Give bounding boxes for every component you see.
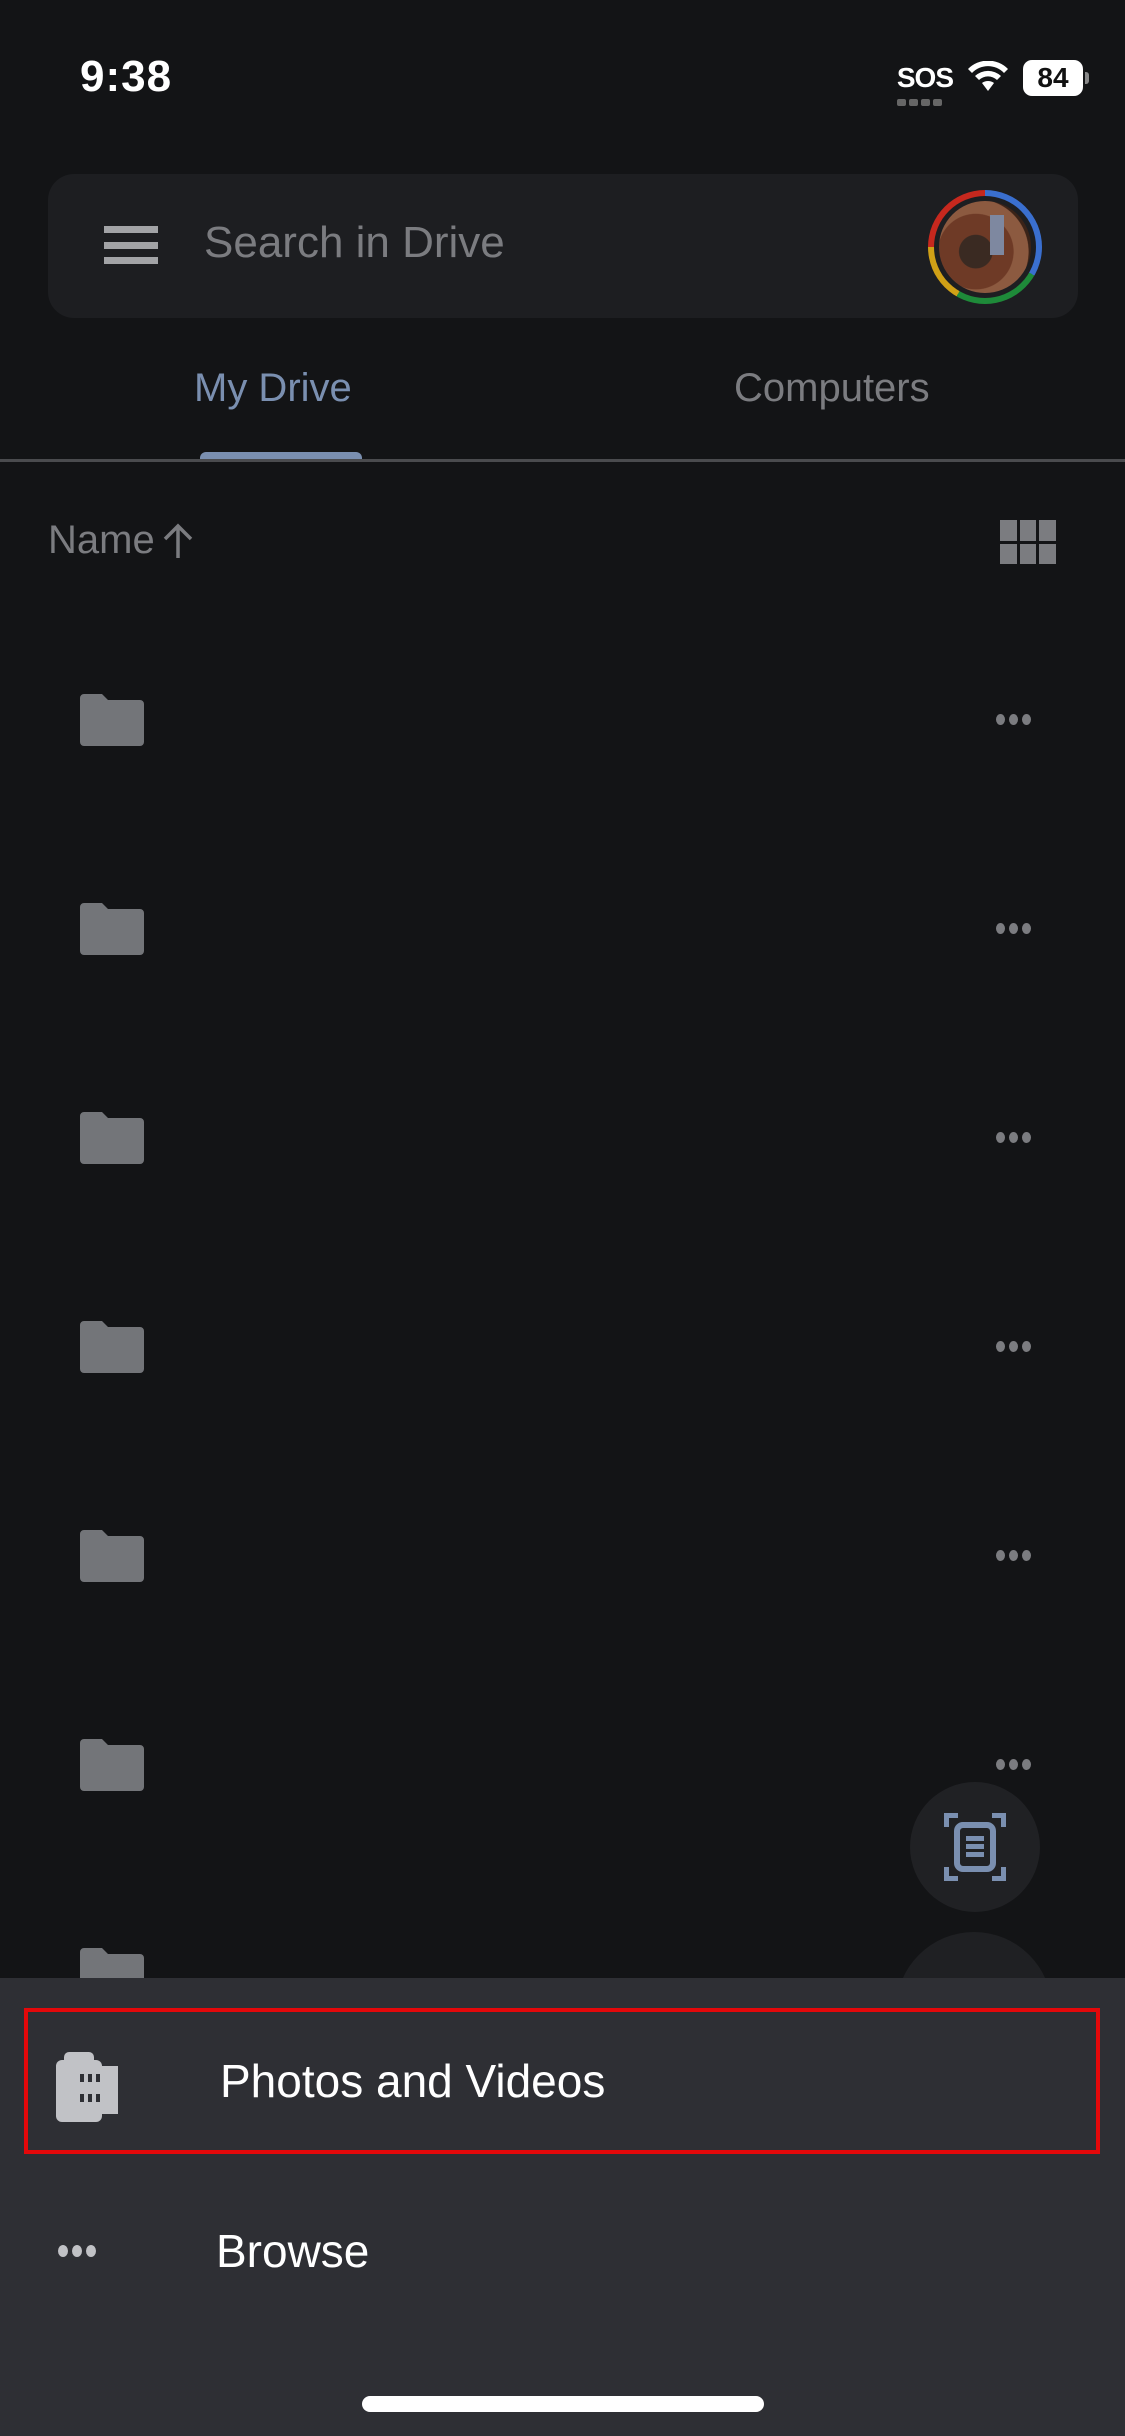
search-bar[interactable]: Search in Drive [48,174,1078,318]
status-bar: 9:38 SOS 84 [0,0,1125,160]
sheet-item-label: Photos and Videos [220,2055,606,2107]
tabs-divider [0,459,1125,462]
battery-icon: 84 [1023,60,1089,96]
wifi-icon [968,61,1008,91]
battery-level: 84 [1023,60,1083,96]
sheet-item-photos-and-videos[interactable]: Photos and Videos [24,2008,1100,2154]
more-options-icon[interactable] [996,1550,1031,1561]
scan-button[interactable] [910,1782,1040,1912]
signal-bars-icon [896,99,942,106]
more-horizontal-icon [58,2245,96,2257]
more-options-icon[interactable] [996,714,1031,725]
avatar-photo [939,201,1031,293]
sheet-item-label: Browse [216,2225,370,2277]
status-time: 9:38 [80,52,173,101]
search-input[interactable]: Search in Drive [204,218,505,268]
folder-icon [80,1321,144,1373]
sort-button[interactable]: Name [48,518,195,563]
file-row[interactable] [0,620,1125,829]
upload-action-sheet: Photos and Videos Browse [0,1978,1125,2436]
home-indicator[interactable] [362,2396,764,2412]
more-options-icon[interactable] [996,923,1031,934]
sheet-item-browse[interactable]: Browse [0,2178,1125,2324]
file-row[interactable] [0,1247,1125,1456]
tab-computers[interactable]: Computers [734,366,930,411]
folder-icon [80,1112,144,1164]
folder-icon [80,1530,144,1582]
sos-label: SOS [896,62,954,93]
sort-label: Name [48,518,155,562]
sos-indicator: SOS [896,62,954,106]
sort-row: Name [0,510,1125,574]
folder-icon [80,694,144,746]
folder-icon [80,1739,144,1791]
photo-library-icon [56,2052,118,2122]
arrow-up-icon [163,523,192,558]
folder-icon [80,903,144,955]
more-options-icon[interactable] [996,1341,1031,1352]
status-indicators: SOS 84 [896,60,1089,106]
document-scanner-icon [944,1813,1006,1881]
drive-tabs: My Drive Computers [0,340,1125,462]
more-options-icon[interactable] [996,1132,1031,1143]
file-row[interactable] [0,1038,1125,1247]
file-row[interactable] [0,1456,1125,1665]
tab-my-drive[interactable]: My Drive [194,366,352,411]
grid-view-icon[interactable] [1000,520,1056,564]
file-row[interactable] [0,829,1125,1038]
account-avatar[interactable] [928,190,1042,304]
menu-icon[interactable] [104,226,158,264]
more-options-icon[interactable] [996,1759,1031,1770]
